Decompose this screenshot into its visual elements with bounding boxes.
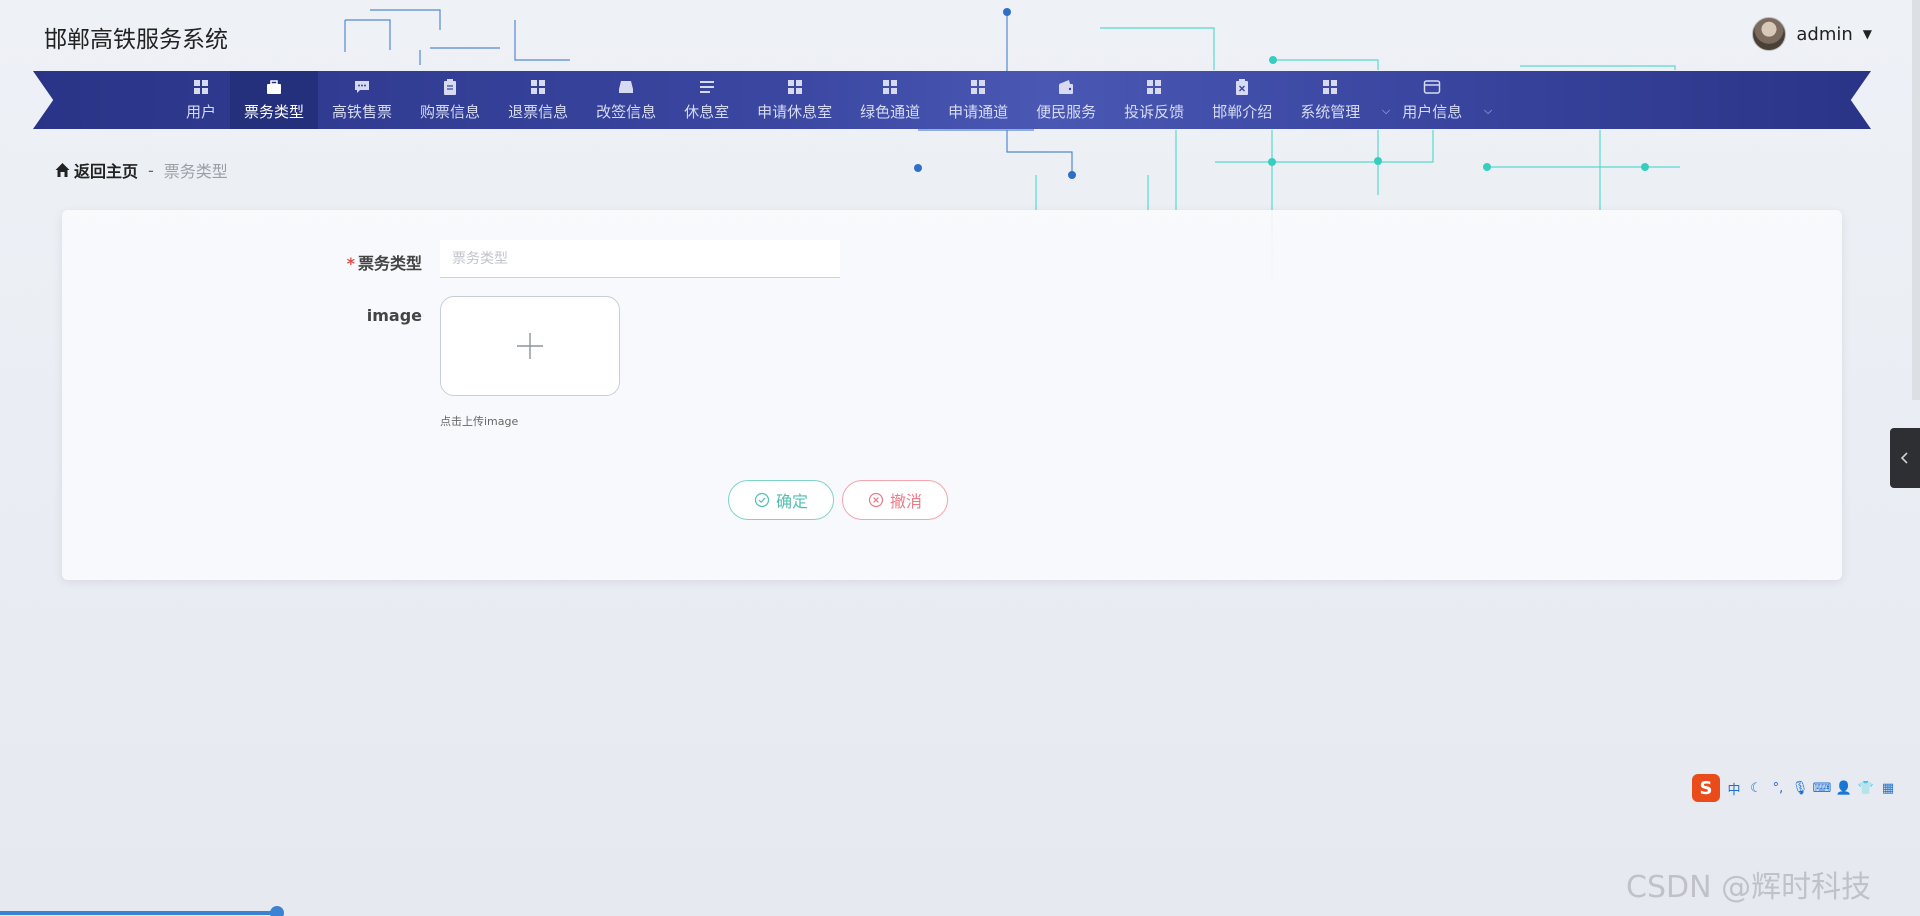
nav-item-14[interactable]: 用户信息 ⌵	[1388, 71, 1492, 129]
ime-toolbar[interactable]: S 中 ☾ °, 🎙 ⌨ 👤 👕 ▦	[1692, 774, 1896, 802]
moon-icon[interactable]: ☾	[1748, 780, 1764, 796]
nav-item-9[interactable]: 申请通道	[934, 71, 1022, 129]
nav-item-label: 高铁售票	[332, 103, 393, 121]
skin-icon[interactable]: 👕	[1858, 780, 1874, 796]
list-icon	[698, 78, 716, 96]
nav-item-label: 用户	[186, 103, 217, 121]
grid-icon	[1145, 78, 1163, 96]
app-title: 邯郸高铁服务系统	[44, 27, 228, 53]
grid-icon	[192, 78, 210, 96]
plus-icon	[517, 333, 543, 359]
avatar[interactable]	[1752, 17, 1787, 51]
user-name[interactable]: admin	[1796, 24, 1852, 45]
nav-item-label: 退票信息	[508, 103, 569, 121]
watermark: CSDN @辉时科技	[1626, 870, 1872, 905]
user-icon[interactable]: 👤	[1836, 780, 1852, 796]
cancel-button[interactable]: 撤消	[842, 480, 948, 520]
grid-icon	[881, 78, 899, 96]
grid-icon	[1321, 78, 1339, 96]
nav-item-label: 票务类型	[244, 103, 305, 121]
required-mark: *	[346, 254, 355, 273]
side-panel-toggle[interactable]	[1890, 428, 1920, 488]
confirm-label: 确定	[775, 492, 808, 511]
breadcrumb-current: 票务类型	[163, 162, 228, 181]
nav-item-label: 申请休息室	[757, 103, 833, 121]
clipboard-icon	[441, 78, 459, 96]
nav-item-12[interactable]: 邯郸介绍	[1198, 71, 1286, 129]
image-label: image	[366, 306, 422, 325]
close-circle-icon	[868, 492, 884, 508]
nav-item-label: 邯郸介绍	[1212, 103, 1273, 121]
briefcase-icon	[265, 78, 283, 96]
nav-item-label: 购票信息	[420, 103, 481, 121]
sogou-logo-icon[interactable]: S	[1692, 774, 1720, 802]
nav-item-11[interactable]: 投诉反馈	[1110, 71, 1198, 129]
chevron-left-icon	[1900, 452, 1908, 464]
nav-item-label: 申请通道	[948, 103, 1009, 121]
punctuation-icon[interactable]: °,	[1770, 780, 1786, 796]
nav-item-8[interactable]: 绿色通道	[846, 71, 934, 129]
microphone-icon[interactable]: 🎙	[1792, 780, 1809, 796]
nav-item-13[interactable]: 系统管理 ⌵	[1286, 71, 1390, 129]
chevron-down-icon[interactable]: ⌵	[1484, 104, 1492, 118]
confirm-button[interactable]: 确定	[728, 480, 834, 520]
nav-item-10[interactable]: 便民服务	[1022, 71, 1110, 129]
home-icon[interactable]	[54, 162, 71, 178]
ticket-type-label-text: 票务类型	[357, 254, 422, 273]
nav-item-2[interactable]: 高铁售票	[318, 71, 406, 129]
nav-item-0[interactable]: 用户	[172, 71, 230, 129]
ime-mode[interactable]: 中	[1726, 780, 1742, 798]
grid-icon	[786, 78, 804, 96]
nav-item-6[interactable]: 休息室	[670, 71, 743, 129]
nav-item-label: 用户信息	[1402, 103, 1463, 121]
nav-item-label: 休息室	[684, 103, 730, 121]
nav-item-3[interactable]: 购票信息	[406, 71, 494, 129]
progress-bar	[0, 911, 280, 915]
nav-items: 用户 票务类型 高铁售票 购票信息 退票信息 改签信息 休息室 申请休息室 绿色通道 申请通道 便民…	[172, 71, 1492, 129]
inbox-icon	[617, 78, 635, 96]
progress-knob[interactable]	[270, 906, 284, 916]
card-icon	[1423, 78, 1441, 96]
scrollbar[interactable]	[1912, 0, 1920, 400]
breadcrumb-home[interactable]: 返回主页	[74, 158, 138, 182]
keyboard-icon[interactable]: ⌨	[1813, 780, 1832, 796]
nav-item-label: 系统管理	[1300, 103, 1361, 121]
nav-item-label: 便民服务	[1036, 103, 1097, 121]
wallet-icon	[1057, 78, 1075, 96]
grid-icon	[969, 78, 987, 96]
nav-item-label: 改签信息	[596, 103, 657, 121]
user-menu[interactable]: admin ▼	[1752, 16, 1872, 52]
grid-icon	[529, 78, 547, 96]
check-circle-icon	[754, 492, 770, 508]
nav-item-7[interactable]: 申请休息室	[743, 71, 846, 129]
image-upload[interactable]	[440, 296, 620, 396]
chat-icon	[353, 78, 371, 96]
nav-item-4[interactable]: 退票信息	[494, 71, 582, 129]
form-card: *票务类型 image 点击上传image 确定 撤消	[62, 210, 1842, 580]
nav-item-5[interactable]: 改签信息	[582, 71, 670, 129]
nav-item-1[interactable]: 票务类型	[230, 71, 319, 129]
ticket-type-input[interactable]	[440, 240, 840, 278]
nav-item-label: 投诉反馈	[1124, 103, 1185, 121]
apps-icon[interactable]: ▦	[1880, 780, 1896, 796]
ticket-type-label: * 票务类型	[302, 250, 422, 274]
breadcrumb: 返回主页 - 票务类型	[54, 158, 228, 182]
upload-tip: 点击上传image	[440, 415, 519, 428]
clipboard-x-icon	[1233, 78, 1251, 96]
caret-down-icon[interactable]: ▼	[1863, 27, 1872, 41]
breadcrumb-separator: -	[148, 160, 154, 180]
nav-item-label: 绿色通道	[860, 103, 921, 121]
cancel-label: 撤消	[889, 492, 922, 511]
